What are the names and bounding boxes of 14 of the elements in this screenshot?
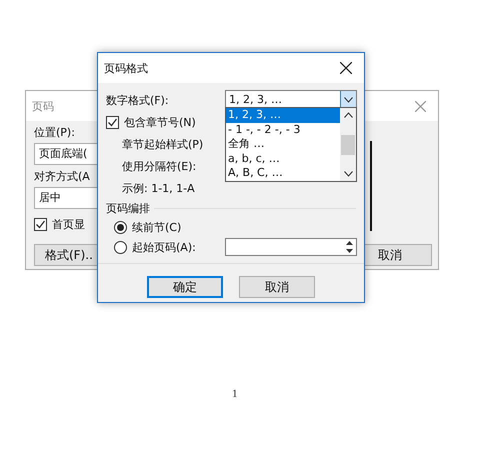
dialog-title: 页码	[32, 98, 54, 114]
group-title: 页码编排	[106, 200, 150, 216]
separator-label: 使用分隔符(E):	[122, 158, 196, 174]
chapter-style-label: 章节起始样式(P)	[122, 136, 204, 152]
example-text: 示例: 1-1, 1-A	[122, 180, 195, 196]
number-format-label: 数字格式(F):	[106, 92, 170, 108]
alignment-label: 对齐方式(A	[34, 169, 90, 185]
include-chapter-label: 包含章节号(N)	[124, 114, 196, 130]
radio-label: 起始页码(A):	[132, 240, 196, 254]
radio-label: 续前节(C)	[132, 220, 182, 234]
position-label: 位置(P):	[34, 125, 75, 141]
page-number: 1	[232, 388, 238, 400]
dialog-title: 页码格式	[104, 60, 148, 76]
first-page-label: 首页显	[52, 217, 85, 232]
